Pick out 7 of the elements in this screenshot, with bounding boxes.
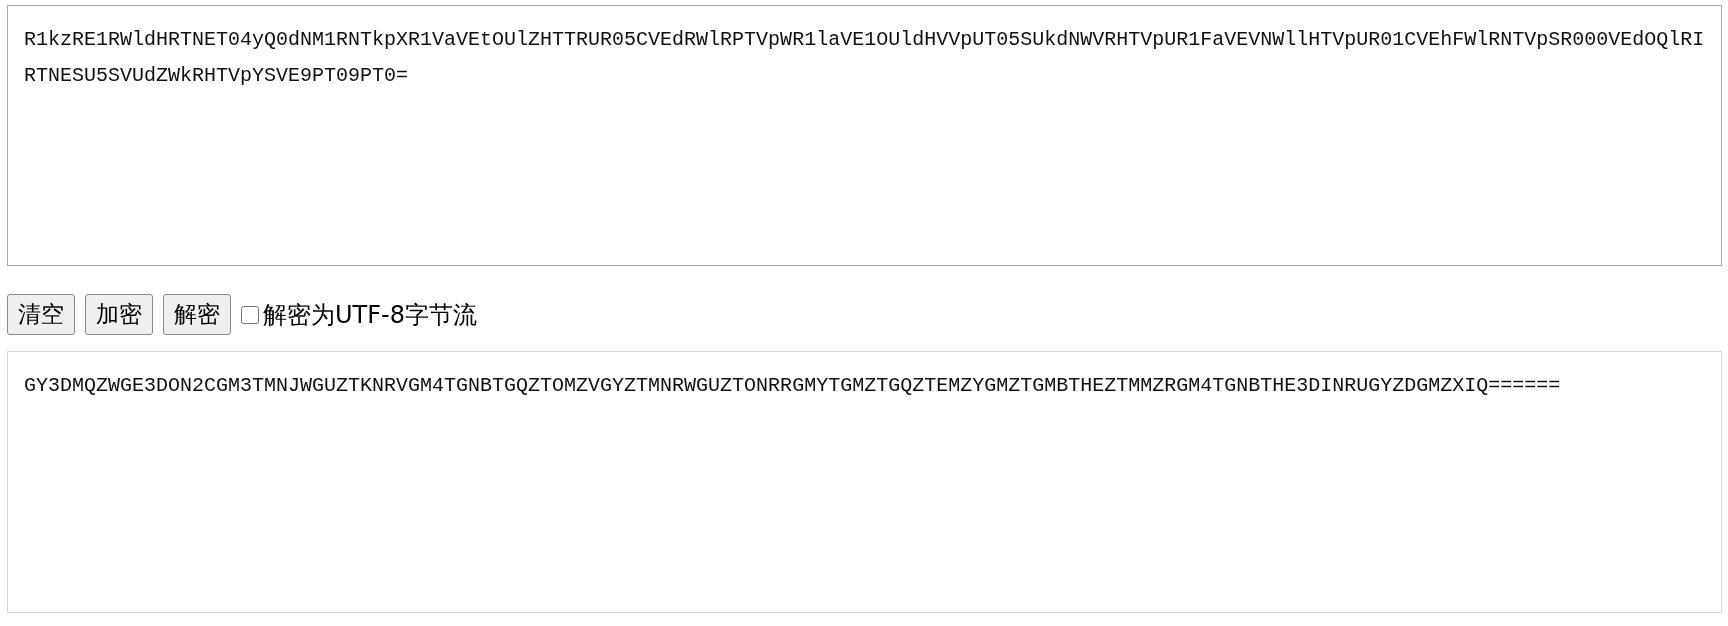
input-text-area[interactable]: R1kzRE1RWldHRTNET04yQ0dNM1RNTkpXR1VaVEtOUlZHTTRUR05CVEdRWlRPTVpWR1laVE1OUldHVVpUT05SUkdNWVRHTVpUR1FaVEVNWllHTVpUR01CVEhFWlRNTVpSR000VEdOQlRIRTNESU5SVUdZWkRHTVpYSVE9PT09PT0= <box>7 5 1722 266</box>
action-button[interactable]: 清空 <box>7 294 75 335</box>
checkbox-label: 解密为UTF-8字节流 <box>263 299 477 331</box>
action-button[interactable]: 解密 <box>163 294 231 335</box>
action-button[interactable]: 加密 <box>85 294 153 335</box>
checkbox[interactable] <box>241 305 259 324</box>
output-text-area[interactable]: GY3DMQZWGE3DON2CGM3TMNJWGUZTKNRVGM4TGNBTGQZTOMZVGYZTMNRWGUZTONRRGMYTGMZTGQZTEMZYGMZTGMBTHEZTMMZRGM4TGNBTHE3DINRUGYZDGMZXIQ====== <box>7 351 1722 613</box>
